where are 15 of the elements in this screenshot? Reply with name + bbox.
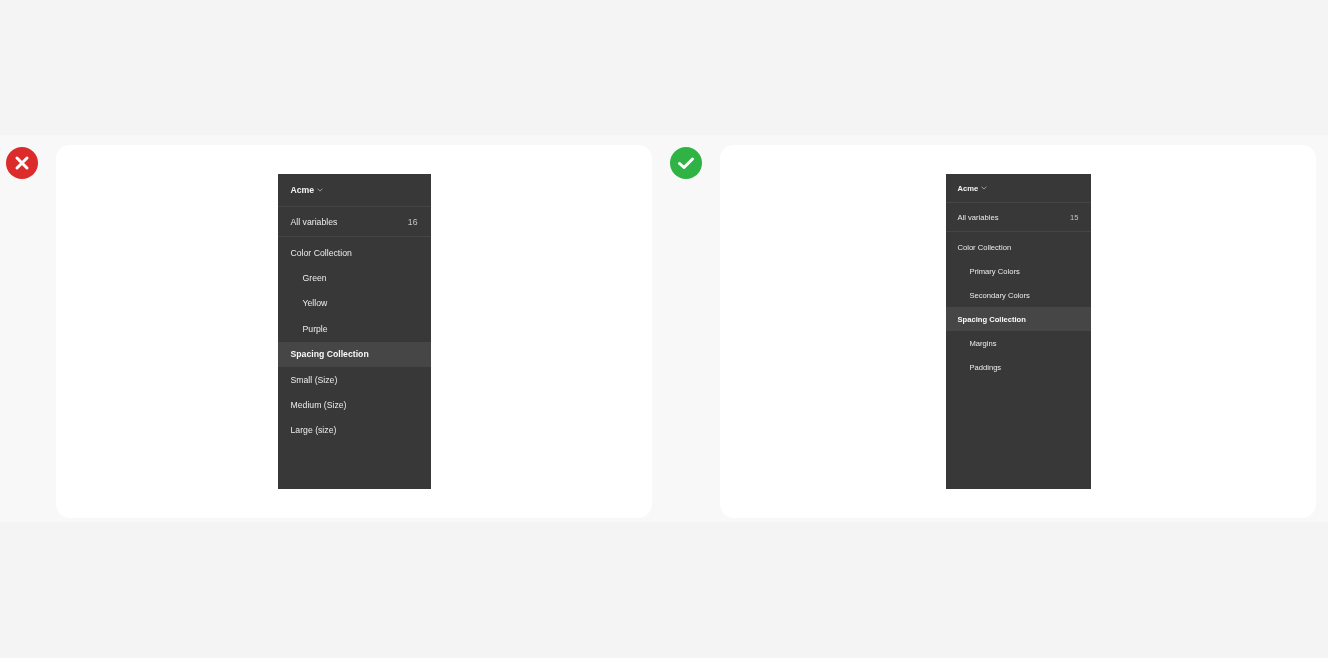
workspace-dropdown[interactable]: Acme xyxy=(290,185,324,195)
list-item[interactable]: Large (size) xyxy=(277,417,431,444)
list-item[interactable]: Purple xyxy=(277,316,431,342)
list-item[interactable]: Spacing Collection xyxy=(277,341,431,367)
list-item[interactable]: Green xyxy=(277,265,431,291)
caret-icon xyxy=(317,188,324,192)
list-item[interactable]: Yellow xyxy=(277,290,431,317)
list-item[interactable]: Medium (Size) xyxy=(277,392,431,418)
list-item[interactable]: Small (Size) xyxy=(277,366,431,393)
cross-icon xyxy=(6,147,38,179)
all-variables-item[interactable]: All variables 16 xyxy=(277,207,431,237)
caret-icon xyxy=(981,186,988,190)
list-item[interactable]: Color Collection xyxy=(277,240,431,266)
checkmark-icon xyxy=(670,147,702,179)
variable-count: 16 xyxy=(407,216,418,227)
